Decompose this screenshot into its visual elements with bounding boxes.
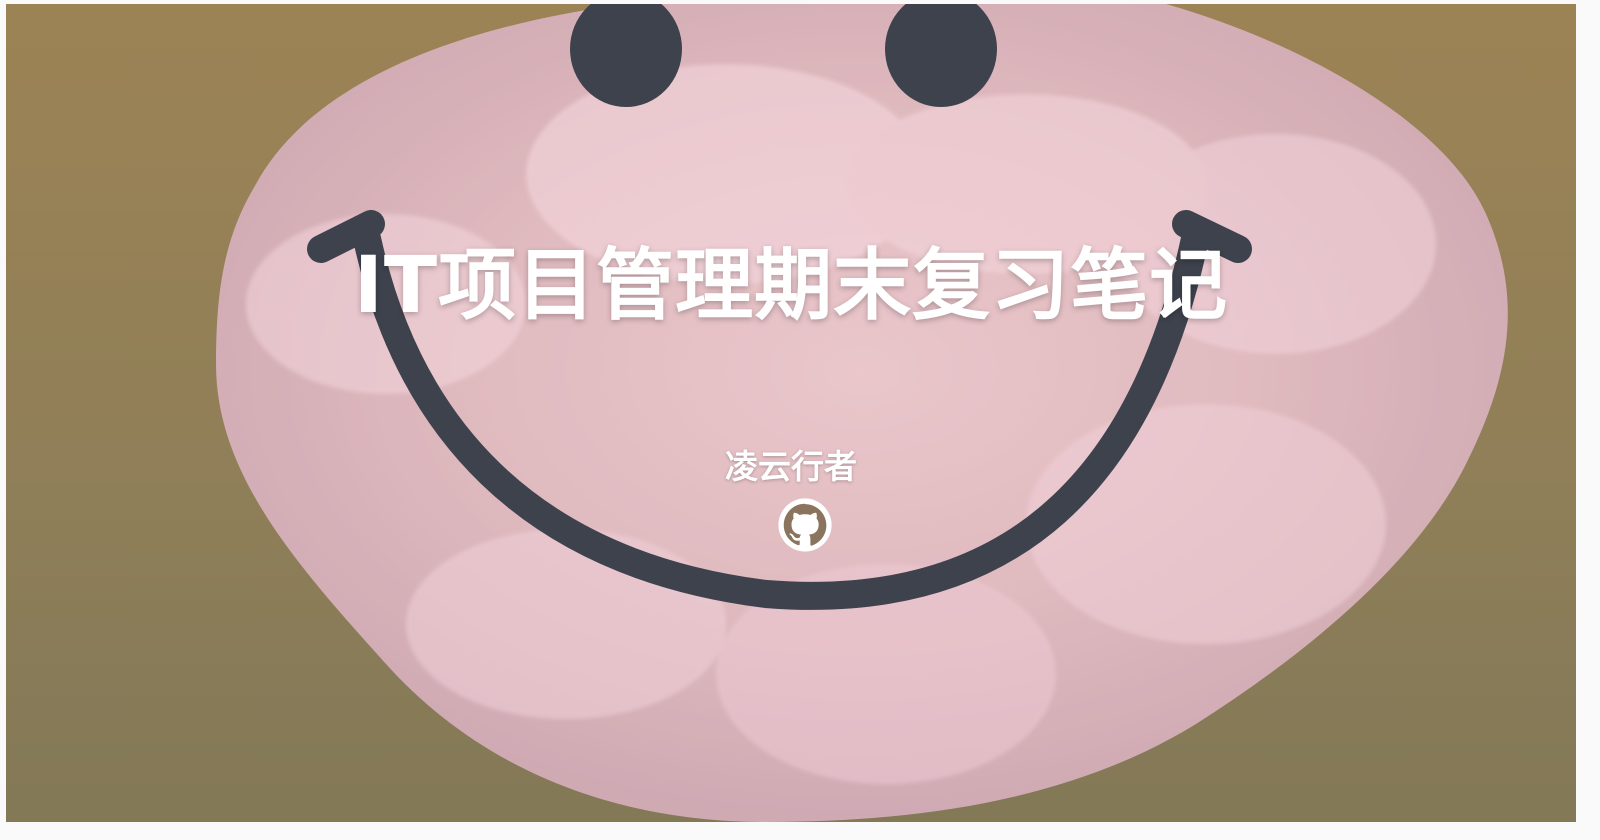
page-title: IT项目管理期末复习笔记 (353, 241, 1229, 331)
author-name: 凌云行者 (725, 447, 857, 486)
page-frame: IT项目管理期末复习笔记 凌云行者 (0, 0, 1600, 840)
github-icon (778, 498, 832, 552)
github-link[interactable] (776, 496, 834, 554)
smiley-petal-background (216, 4, 1508, 822)
hero-banner: IT项目管理期末复习笔记 凌云行者 (6, 4, 1576, 822)
